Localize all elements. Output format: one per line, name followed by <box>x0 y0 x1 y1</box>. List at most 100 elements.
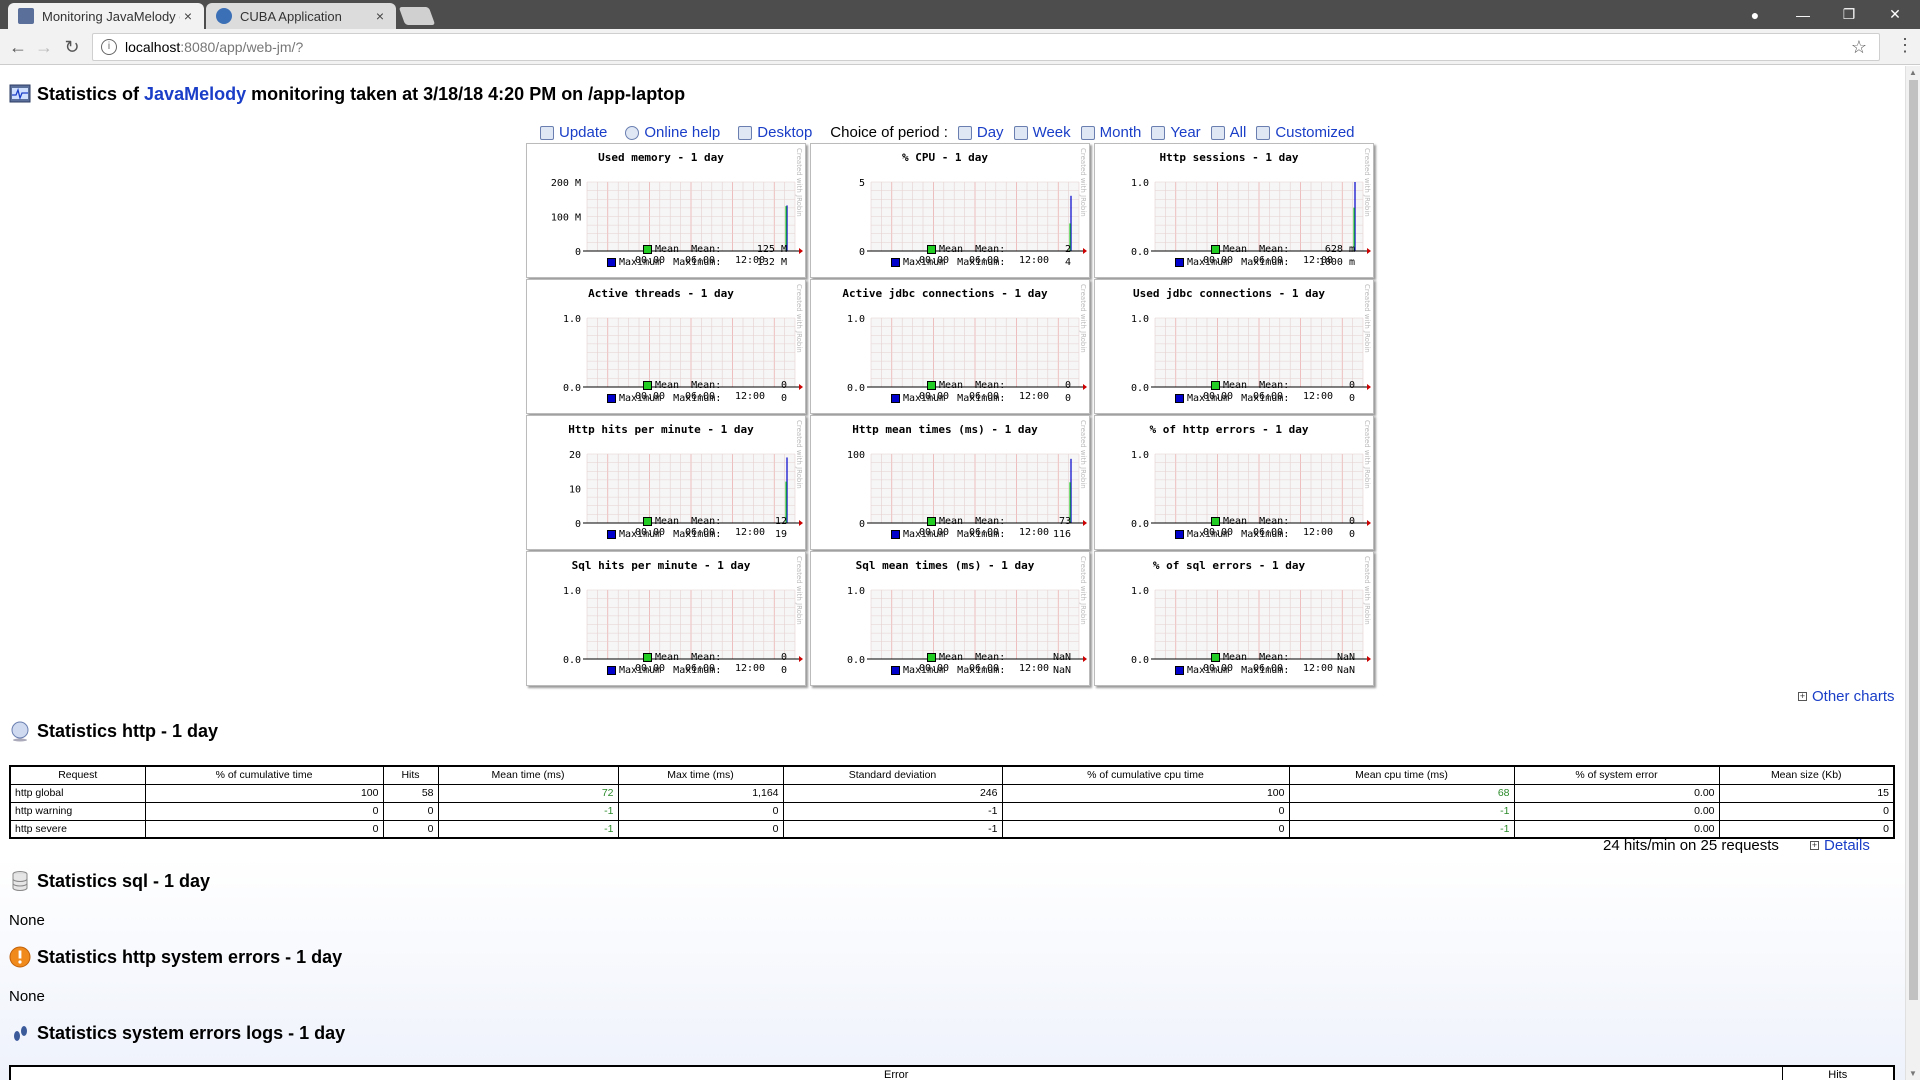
table-cell: -1 <box>1288 819 1515 839</box>
x-axis-arrow <box>1083 384 1087 390</box>
close-tab-icon[interactable]: × <box>180 8 196 24</box>
col-cumulative-time[interactable]: % of cumulative time <box>144 765 384 785</box>
page-title: Statistics of JavaMelody monitoring take… <box>9 83 685 105</box>
chart-panel[interactable]: Sql hits per minute - 1 day Created with … <box>526 551 806 686</box>
chart-panel[interactable]: % of sql errors - 1 day Created with JRob… <box>1094 551 1374 686</box>
calendar-icon <box>1013 125 1028 140</box>
chart-panel[interactable]: Used memory - 1 day Created with JRobin 20… <box>526 143 806 278</box>
chart-panel[interactable]: Http hits per minute - 1 day Created with… <box>526 415 806 550</box>
legend-mean: Mean Mean: <box>927 244 1005 256</box>
browser-menu-icon[interactable]: ⋮ <box>1896 35 1914 56</box>
legend-value: NaN <box>1052 665 1071 676</box>
desktop-button[interactable]: Desktop <box>738 124 812 141</box>
period-month[interactable]: Month <box>1080 124 1141 141</box>
javamelody-link[interactable]: JavaMelody <box>144 84 246 105</box>
col-request[interactable]: Request <box>9 765 146 785</box>
calendar-icon <box>1210 125 1225 140</box>
url-input[interactable]: i localhost:8080/app/web-jm/? ☆ <box>92 33 1880 61</box>
legend-swatch <box>927 244 936 254</box>
period-year[interactable]: Year <box>1151 124 1201 141</box>
profile-icon[interactable]: ● <box>1732 0 1778 29</box>
legend-value: 0 <box>1348 516 1355 527</box>
sql-section-title: Statistics sql - 1 day <box>9 870 210 892</box>
col-hits[interactable]: Hits <box>382 765 439 785</box>
bookmark-star-icon[interactable]: ☆ <box>1851 37 1867 58</box>
table-cell: 72 <box>437 783 619 803</box>
update-button[interactable]: Update <box>540 124 607 141</box>
legend-mean: Mean Mean: <box>927 380 1005 392</box>
details-link[interactable]: + Details <box>1810 837 1870 854</box>
y-tick-label: 0.0 <box>847 383 865 394</box>
request-name[interactable]: http warning <box>9 801 146 821</box>
y-tick-label: 0.0 <box>563 655 581 666</box>
scroll-up-icon[interactable]: ▲ <box>1909 68 1917 77</box>
col-mean-size[interactable]: Mean size (Kb) <box>1718 765 1895 785</box>
legend-mean: Mean Mean: <box>1211 244 1289 256</box>
x-axis-arrow <box>799 520 803 526</box>
chart-panel[interactable]: Used jdbc connections - 1 day Created wit… <box>1094 279 1374 414</box>
legend-swatch <box>643 244 652 254</box>
reload-icon[interactable]: ↻ <box>60 35 84 59</box>
tab-cuba[interactable]: CUBA Application × <box>206 3 396 29</box>
period-customized[interactable]: Customized <box>1256 124 1355 141</box>
table-row[interactable]: http global 100 58 72 1,164 246 100 68 0.00 15 <box>9 783 1895 803</box>
table-cell: 0 <box>144 801 384 821</box>
table-row[interactable]: http severe 0 0 -1 0 -1 0 -1 0.00 0 <box>9 819 1895 839</box>
address-bar: ← → ↻ i localhost:8080/app/web-jm/? ☆ ⋮ <box>0 29 1920 65</box>
scrollbar-thumb[interactable] <box>1909 80 1918 1000</box>
legend-max: Maximum Maximum: <box>607 665 721 677</box>
col-max-time[interactable]: Max time (ms) <box>617 765 784 785</box>
period-customized-label: Customized <box>1275 124 1355 141</box>
col-system-error[interactable]: % of system error <box>1513 765 1720 785</box>
legend-value: 0 <box>780 652 787 663</box>
col-mean-time[interactable]: Mean time (ms) <box>437 765 619 785</box>
forward-icon[interactable]: → <box>32 35 56 59</box>
chart-panel[interactable]: Sql mean times (ms) - 1 day Created with … <box>810 551 1090 686</box>
y-tick-label: 1.0 <box>1131 586 1149 597</box>
page-content: Statistics of JavaMelody monitoring take… <box>0 66 1905 1080</box>
restore-icon[interactable]: ❐ <box>1826 0 1872 29</box>
table-cell: 15 <box>1718 783 1895 803</box>
table-row[interactable]: http warning 0 0 -1 0 -1 0 -1 0.00 0 <box>9 801 1895 821</box>
legend-mean: Mean Mean: <box>1211 380 1289 392</box>
legend-value: 0 <box>1348 393 1355 404</box>
chart-panel[interactable]: Active jdbc connections - 1 day Created w… <box>810 279 1090 414</box>
period-day[interactable]: Day <box>957 124 1004 141</box>
scroll-down-icon[interactable]: ▼ <box>1909 1069 1917 1078</box>
other-charts-link[interactable]: + Other charts <box>1798 688 1895 705</box>
col-hits[interactable]: Hits <box>1781 1065 1895 1080</box>
minimize-icon[interactable]: — <box>1780 0 1826 29</box>
period-year-label: Year <box>1170 124 1201 141</box>
legend-label: Maximum Maximum: <box>1187 665 1290 676</box>
legend-label: Maximum Maximum: <box>903 393 1006 404</box>
legend-mean: Mean Mean: <box>927 516 1005 528</box>
col-std-dev[interactable]: Standard deviation <box>782 765 1003 785</box>
y-tick-label: 0.0 <box>1131 655 1149 666</box>
y-tick-label: 0 <box>859 247 865 258</box>
vertical-scrollbar[interactable]: ▲ ▼ <box>1905 66 1920 1080</box>
period-all[interactable]: All <box>1210 124 1246 141</box>
back-icon[interactable]: ← <box>6 35 30 59</box>
request-name[interactable]: http severe <box>9 819 146 839</box>
close-window-icon[interactable]: ✕ <box>1872 0 1918 29</box>
new-tab-button[interactable] <box>398 7 436 25</box>
col-error[interactable]: Error <box>9 1065 1783 1080</box>
close-tab-icon[interactable]: × <box>372 8 388 24</box>
request-name[interactable]: http global <box>9 783 146 803</box>
info-icon[interactable]: i <box>101 39 117 55</box>
calendar-icon <box>1256 125 1271 140</box>
chart-panel[interactable]: % of http errors - 1 day Created with JRo… <box>1094 415 1374 550</box>
col-mean-cpu[interactable]: Mean cpu time (ms) <box>1288 765 1515 785</box>
table-cell: -1 <box>437 819 619 839</box>
chart-panel[interactable]: Http mean times (ms) - 1 day Created with… <box>810 415 1090 550</box>
chart-panel[interactable]: Http sessions - 1 day Created with JRobin… <box>1094 143 1374 278</box>
chart-panel[interactable]: % CPU - 1 day Created with JRobin 5 0 00:00 0… <box>810 143 1090 278</box>
col-cumulative-cpu[interactable]: % of cumulative cpu time <box>1001 765 1290 785</box>
legend-mean: Mean Mean: <box>643 244 721 256</box>
period-week[interactable]: Week <box>1013 124 1071 141</box>
chart-panel[interactable]: Active threads - 1 day Created with JRobi… <box>526 279 806 414</box>
legend-value: 0 <box>1064 393 1071 404</box>
online-help-button[interactable]: Online help <box>625 124 720 141</box>
tab-javamelody[interactable]: Monitoring JavaMelody c × <box>8 3 204 29</box>
details-label: Details <box>1824 837 1870 854</box>
